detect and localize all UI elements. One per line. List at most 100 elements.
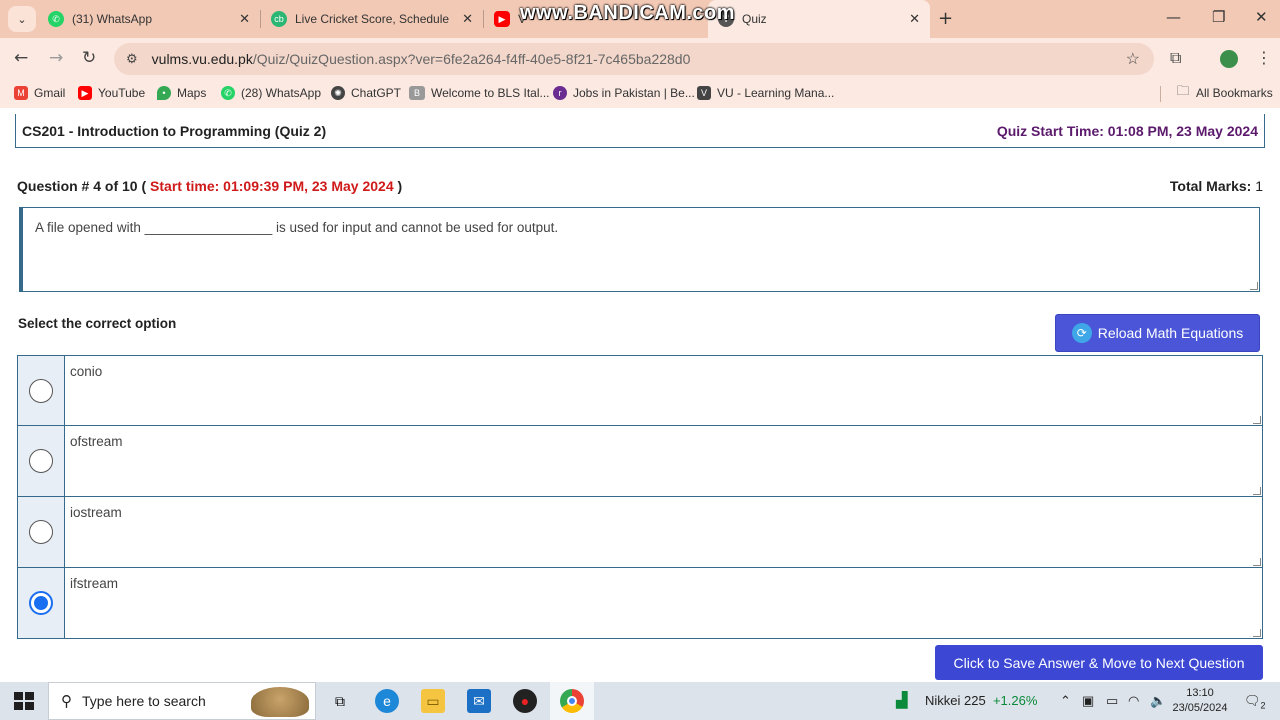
select-option-label: Select the correct option bbox=[18, 316, 177, 331]
refresh-icon: ⟳ bbox=[1071, 323, 1092, 343]
notification-icon[interactable]: 🗨2 bbox=[1244, 693, 1266, 711]
nikkei-change: +1.26% bbox=[992, 693, 1038, 708]
bookmark-maps[interactable]: • Maps bbox=[157, 86, 206, 100]
nikkei-widget[interactable]: Nikkei 225 +1.26% bbox=[925, 693, 1037, 708]
close-window-icon[interactable]: ✕ bbox=[1255, 8, 1268, 26]
windows-start-icon[interactable] bbox=[14, 692, 34, 710]
back-arrow-icon[interactable]: ← bbox=[14, 48, 28, 68]
reload-icon[interactable]: ↻ bbox=[82, 48, 96, 68]
chevron-up-icon[interactable]: ⌃ bbox=[1060, 693, 1071, 709]
reload-math-label: Reload Math Equations bbox=[1097, 325, 1244, 341]
option-row: conio bbox=[17, 355, 1263, 426]
whatsapp-icon: ✆ bbox=[48, 11, 64, 27]
tab-whatsapp[interactable]: ✆ (31) WhatsApp ✕ bbox=[38, 0, 260, 38]
question-start-time: Start time: 01:09:39 PM, 23 May 2024 bbox=[150, 178, 394, 194]
extensions-puzzle-icon[interactable]: ⧉ bbox=[1170, 48, 1181, 68]
restore-icon[interactable]: ❐ bbox=[1212, 8, 1225, 26]
new-tab-plus-icon[interactable]: + bbox=[938, 8, 953, 29]
bookmark-label: Maps bbox=[177, 86, 207, 100]
option-text-box: ofstream bbox=[65, 426, 1262, 496]
option-radio-cell bbox=[18, 356, 65, 425]
bandicam-icon[interactable]: ● bbox=[513, 689, 537, 713]
save-next-button[interactable]: Click to Save Answer & Move to Next Ques… bbox=[935, 645, 1263, 680]
all-bookmarks[interactable]: 🗀 All Bookmarks bbox=[1176, 83, 1273, 100]
bookmark-whatsapp[interactable]: ✆ (28) WhatsApp bbox=[221, 86, 321, 100]
address-bar[interactable]: ⚙ vulms.vu.edu.pk/Quiz/QuizQuestion.aspx… bbox=[114, 43, 1154, 75]
bookmark-star-icon[interactable]: ☆ bbox=[1126, 49, 1140, 69]
reload-math-button[interactable]: ⟳ Reload Math Equations bbox=[1055, 314, 1260, 352]
bookmarks-bar: M Gmail ▶ YouTube • Maps ✆ (28) WhatsApp ✺ Ch… bbox=[0, 80, 1280, 108]
option-text: ofstream bbox=[70, 434, 123, 449]
system-clock[interactable]: 13:10 23/05/2024 bbox=[1170, 686, 1230, 716]
option-text-box: ifstream bbox=[65, 568, 1262, 638]
bookmark-label: ChatGPT bbox=[351, 86, 402, 100]
option-text: conio bbox=[70, 364, 103, 379]
bookmark-jobs[interactable]: r Jobs in Pakistan | Be... bbox=[553, 86, 695, 100]
task-view-icon[interactable]: ⧉ bbox=[328, 689, 352, 713]
bookmark-gmail[interactable]: M Gmail bbox=[14, 86, 65, 100]
resize-handle-icon[interactable] bbox=[1253, 629, 1261, 637]
bookmark-label: Jobs in Pakistan | Be... bbox=[573, 86, 695, 100]
question-text: A file opened with _________________ is … bbox=[35, 220, 559, 235]
maps-icon: • bbox=[157, 86, 171, 100]
more-menu-icon[interactable]: ⋮ bbox=[1256, 48, 1272, 67]
tab-search-button[interactable]: ⌄ bbox=[8, 6, 36, 32]
bookmark-label: (28) WhatsApp bbox=[241, 86, 322, 100]
close-icon[interactable]: ✕ bbox=[909, 11, 920, 27]
gmail-icon: M bbox=[14, 86, 28, 100]
edge-icon[interactable]: e bbox=[375, 689, 399, 713]
chevron-down-icon: ⌄ bbox=[17, 12, 27, 26]
tab-title: Live Cricket Score, Schedule, La bbox=[295, 12, 450, 26]
profile-avatar-icon[interactable] bbox=[1220, 50, 1238, 68]
forward-arrow-icon[interactable]: → bbox=[49, 48, 63, 68]
total-marks-value: 1 bbox=[1251, 178, 1263, 194]
taskbar-search[interactable]: ⚲ Type here to search bbox=[48, 682, 316, 720]
cricbuzz-icon: cb bbox=[271, 11, 287, 27]
tab-title: Quiz bbox=[742, 12, 767, 26]
option-text-box: iostream bbox=[65, 497, 1262, 567]
option-radio[interactable] bbox=[29, 520, 53, 544]
site-settings-icon[interactable]: ⚙ bbox=[126, 51, 138, 67]
bls-icon: B bbox=[409, 86, 425, 100]
chrome-icon[interactable] bbox=[560, 689, 584, 713]
battery-icon[interactable]: ▭ bbox=[1106, 693, 1118, 709]
url-host: vulms.vu.edu.pk bbox=[151, 51, 253, 67]
vu-icon: V bbox=[697, 86, 711, 100]
folder-icon: 🗀 bbox=[1176, 83, 1190, 98]
bookmark-label: Welcome to BLS Ital... bbox=[431, 86, 550, 100]
bookmark-label: All Bookmarks bbox=[1196, 86, 1273, 100]
search-icon: ⚲ bbox=[61, 693, 72, 710]
bookmarks-separator bbox=[1160, 86, 1161, 102]
option-row: iostream bbox=[17, 497, 1263, 568]
windows-taskbar: ⚲ Type here to search ⧉ e ▭ ✉ ● ▟ Nikkei… bbox=[0, 682, 1280, 720]
close-paren: ) bbox=[393, 178, 403, 194]
mail-icon[interactable]: ✉ bbox=[467, 689, 491, 713]
bookmark-vu[interactable]: V VU - Learning Mana... bbox=[697, 86, 834, 100]
rozee-icon: r bbox=[553, 86, 567, 100]
resize-handle-icon[interactable] bbox=[1250, 282, 1258, 290]
bookmark-youtube[interactable]: ▶ YouTube bbox=[78, 86, 145, 100]
close-icon[interactable]: ✕ bbox=[239, 11, 250, 27]
bookmark-bls[interactable]: B Welcome to BLS Ital... bbox=[409, 86, 550, 100]
resize-handle-icon[interactable] bbox=[1253, 487, 1261, 495]
bookmark-label: YouTube bbox=[98, 86, 146, 100]
option-radio[interactable] bbox=[29, 378, 53, 403]
meet-icon[interactable]: ▣ bbox=[1082, 693, 1094, 709]
question-text-box: A file opened with _________________ is … bbox=[19, 207, 1260, 292]
option-radio[interactable] bbox=[29, 449, 53, 473]
option-radio-cell bbox=[18, 426, 65, 496]
stock-chart-icon: ▟ bbox=[896, 692, 908, 709]
bookmark-chatgpt[interactable]: ✺ ChatGPT bbox=[331, 86, 401, 100]
close-icon[interactable]: ✕ bbox=[462, 11, 473, 27]
file-explorer-icon[interactable]: ▭ bbox=[421, 689, 445, 713]
wifi-icon[interactable]: ◠ bbox=[1128, 693, 1139, 709]
total-marks: Total Marks: 1 bbox=[1170, 178, 1263, 194]
minimize-icon[interactable]: — bbox=[1166, 8, 1181, 26]
volume-icon[interactable]: 🔈 bbox=[1150, 693, 1166, 709]
tab-quiz[interactable]: V Quiz ✕ bbox=[708, 0, 930, 38]
resize-handle-icon[interactable] bbox=[1253, 558, 1261, 566]
course-header: CS201 - Introduction to Programming (Qui… bbox=[15, 114, 1265, 148]
option-radio-selected[interactable] bbox=[29, 591, 53, 615]
resize-handle-icon[interactable] bbox=[1253, 416, 1261, 424]
tab-cricket[interactable]: cb Live Cricket Score, Schedule, La ✕ bbox=[261, 0, 483, 38]
